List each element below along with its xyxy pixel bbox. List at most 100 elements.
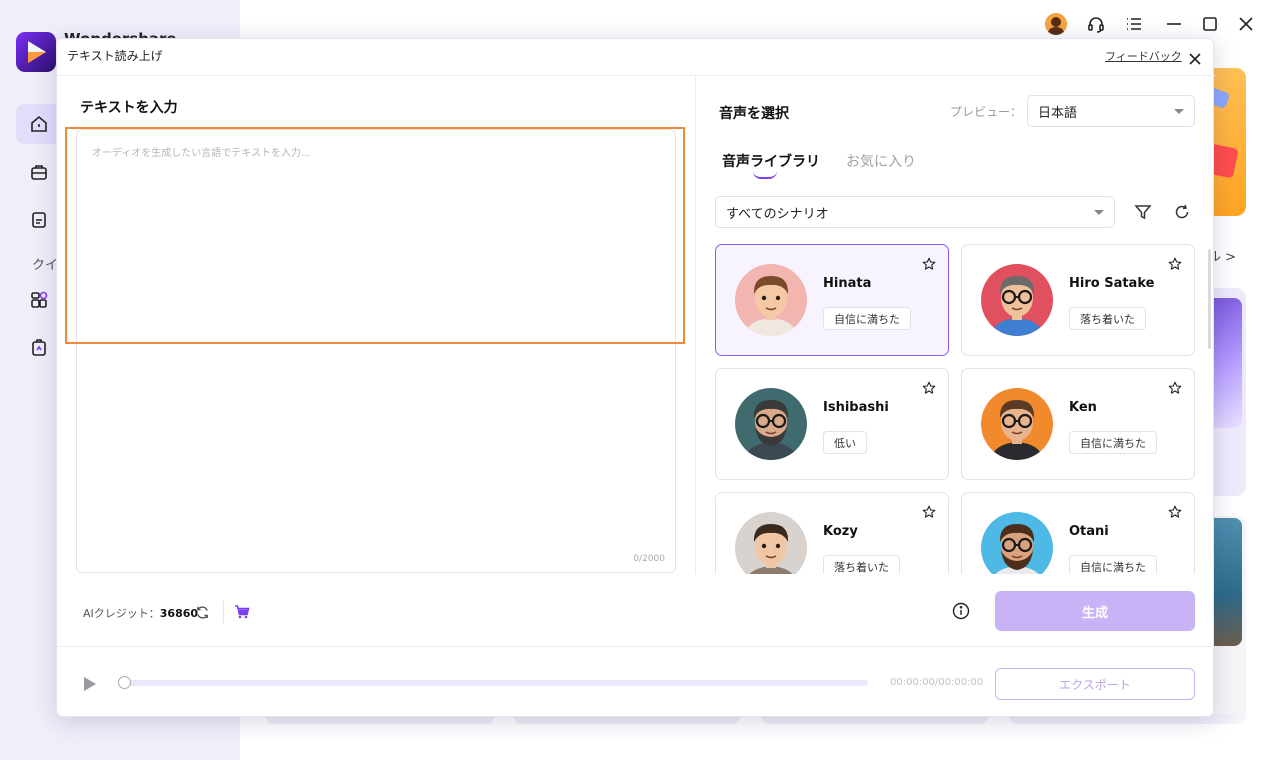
voice-card[interactable]: Ken 自信に満ちた <box>961 368 1195 480</box>
minimize-button[interactable] <box>1162 12 1186 36</box>
play-button[interactable] <box>81 675 99 693</box>
chevron-down-icon <box>1174 109 1184 114</box>
voice-name: Ken <box>1069 400 1097 415</box>
clipboard-icon <box>32 339 46 356</box>
voice-style-tag: 落ち着いた <box>823 555 900 574</box>
voice-select-heading: 音声を選択 <box>719 106 789 122</box>
headset-icon <box>1088 17 1104 33</box>
playback-scrubber[interactable] <box>118 676 131 689</box>
star-icon <box>1168 381 1182 394</box>
maximize-icon <box>1203 17 1217 31</box>
voice-card[interactable]: Kozy 落ち着いた <box>715 492 949 574</box>
header-divider <box>57 75 1215 76</box>
dialog-close-button[interactable] <box>1185 49 1205 69</box>
voice-avatar <box>735 264 807 336</box>
close-icon <box>1239 17 1253 31</box>
voice-style-tag: 落ち着いた <box>1069 307 1146 330</box>
voice-card-grid: Hinata 自信に満ちた Hiro Satake 落ち着いた Ishibashi 低い K… <box>715 244 1195 574</box>
refresh-icon <box>1175 204 1189 219</box>
ai-credit: AIクレジット：36860 <box>83 605 198 621</box>
user-avatar-button[interactable] <box>1044 12 1068 36</box>
home-icon <box>31 115 47 132</box>
char-counter: 0/2000 <box>633 554 665 564</box>
feedback-link[interactable]: フィードバック <box>1105 48 1182 64</box>
play-icon <box>84 677 96 691</box>
refresh-button[interactable] <box>1170 200 1194 224</box>
generate-button[interactable]: 生成 <box>995 591 1195 631</box>
favorite-button[interactable] <box>920 379 938 397</box>
window-close-button[interactable] <box>1234 12 1258 36</box>
playback-progress-bar[interactable] <box>122 680 868 686</box>
voice-avatar <box>981 388 1053 460</box>
voice-name: Kozy <box>823 524 858 539</box>
favorite-button[interactable] <box>920 503 938 521</box>
cart-icon <box>235 605 250 619</box>
star-icon <box>922 505 936 518</box>
favorite-button[interactable] <box>920 255 938 273</box>
menu-list-icon <box>1127 18 1141 30</box>
preview-language-select[interactable]: 日本語 <box>1027 95 1195 127</box>
voice-name: Ishibashi <box>823 400 889 415</box>
voice-list-scrollbar[interactable] <box>1208 249 1211 349</box>
favorite-button[interactable] <box>1166 379 1184 397</box>
footer-separator <box>223 601 224 623</box>
footer-divider <box>57 646 1215 647</box>
scenario-filter-select[interactable]: すべてのシナリオ <box>715 196 1115 228</box>
tab-favorites[interactable]: お気に入り <box>846 151 916 171</box>
toolbox-icon <box>31 165 47 180</box>
voice-name: Hinata <box>823 276 872 291</box>
dialog-title: テキスト読み上げ <box>67 49 163 63</box>
voice-style-tag: 自信に満ちた <box>1069 555 1157 574</box>
voice-avatar <box>735 512 807 574</box>
star-icon <box>1168 505 1182 518</box>
voice-name: Otani <box>1069 524 1109 539</box>
voice-style-tag: 自信に満ちた <box>823 307 911 330</box>
star-icon <box>922 381 936 394</box>
filter-button[interactable] <box>1131 200 1155 224</box>
info-button[interactable] <box>949 599 973 623</box>
voice-avatar <box>735 388 807 460</box>
support-button[interactable] <box>1084 12 1108 36</box>
user-avatar-icon <box>1045 13 1067 35</box>
tab-active-indicator <box>753 171 777 179</box>
text-input-heading: テキストを入力 <box>80 100 178 116</box>
credit-refresh-button[interactable] <box>190 600 214 624</box>
text-input-field[interactable] <box>77 130 675 572</box>
minimize-icon <box>1167 23 1181 25</box>
voice-style-tag: 低い <box>823 431 867 454</box>
pane-divider <box>695 76 696 574</box>
voice-avatar <box>981 264 1053 336</box>
voice-card[interactable]: Hiro Satake 落ち着いた <box>961 244 1195 356</box>
tab-voice-library[interactable]: 音声ライブラリ <box>722 151 820 171</box>
preview-language-value: 日本語 <box>1038 105 1078 121</box>
voice-avatar <box>981 512 1053 574</box>
document-icon <box>32 212 46 228</box>
voice-card[interactable]: Ishibashi 低い <box>715 368 949 480</box>
voice-card[interactable]: Otani 自信に満ちた <box>961 492 1195 574</box>
maximize-button[interactable] <box>1198 12 1222 36</box>
apps-icon <box>31 291 48 308</box>
time-readout: 00:00:00/00:00:00 <box>890 677 984 688</box>
scenario-filter-value: すべてのシナリオ <box>726 206 829 222</box>
text-to-speech-dialog: テキスト読み上げ フィードバック テキストを入力 0/2000 音声を選択 プレ… <box>56 38 1215 717</box>
refresh-icon <box>196 605 208 619</box>
voice-card[interactable]: Hinata 自信に満ちた <box>715 244 949 356</box>
favorite-button[interactable] <box>1166 503 1184 521</box>
export-button[interactable]: エクスポート <box>995 668 1195 700</box>
ai-credit-label: AIクレジット： <box>83 607 160 620</box>
star-icon <box>922 257 936 270</box>
sidebar-section-label: クイ <box>32 258 59 273</box>
close-icon <box>1189 53 1201 65</box>
filter-icon <box>1134 205 1152 220</box>
star-icon <box>1168 257 1182 270</box>
info-icon <box>952 602 970 620</box>
app-logo <box>16 32 56 72</box>
chevron-down-icon <box>1094 210 1104 215</box>
text-input-box: 0/2000 <box>76 129 676 573</box>
voice-style-tag: 自信に満ちた <box>1069 431 1157 454</box>
voice-name: Hiro Satake <box>1069 276 1155 291</box>
menu-button[interactable] <box>1122 12 1146 36</box>
preview-label: プレビュー： <box>950 105 1023 119</box>
favorite-button[interactable] <box>1166 255 1184 273</box>
purchase-credits-button[interactable] <box>230 600 254 624</box>
